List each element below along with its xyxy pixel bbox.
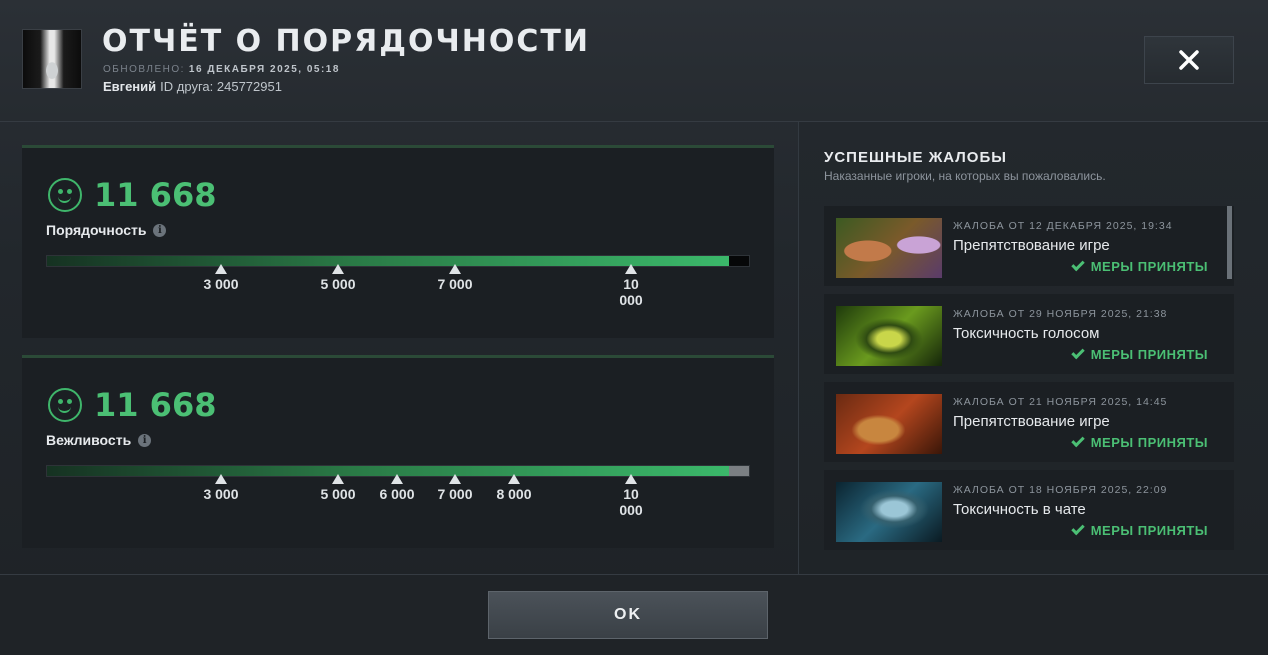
friend-id: 245772951 <box>216 79 282 94</box>
report-status-label: МЕРЫ ПРИНЯТЫ <box>1090 347 1208 362</box>
courtesy-tick: 5 000 <box>308 474 368 502</box>
tick-marker-icon <box>625 264 637 274</box>
friend-id-label: ID друга: <box>160 79 214 94</box>
check-icon <box>1071 257 1085 272</box>
tick-marker-icon <box>215 264 227 274</box>
updated-value: 16 ДЕКАБРЯ 2025, 05:18 <box>188 64 340 75</box>
reports-column: УСПЕШНЫЕ ЖАЛОБЫ Наказанные игроки, на ко… <box>798 122 1268 574</box>
tick-label: 5 000 <box>320 276 356 292</box>
page-title: ОТЧЁТ О ПОРЯДОЧНОСТИ <box>102 24 590 59</box>
courtesy-tick: 8 000 <box>484 474 544 502</box>
tick-marker-icon <box>391 474 403 484</box>
courtesy-label-row: Вежливость i <box>46 432 152 448</box>
report-status: МЕРЫ ПРИНЯТЫ <box>1071 521 1208 538</box>
courtesy-panel: 11 668 Вежливость i 3 000 5 000 6 000 7 … <box>22 355 774 548</box>
conduct-panel: 11 668 Порядочность i 3 000 5 000 7 000 … <box>22 145 774 338</box>
report-status-label: МЕРЫ ПРИНЯТЫ <box>1090 435 1208 450</box>
avatar <box>22 29 82 89</box>
hero-portrait-alchemist <box>836 218 942 278</box>
updated-label: ОБНОВЛЕНО: <box>103 64 185 75</box>
courtesy-bar-remainder <box>728 466 749 476</box>
check-icon <box>1071 433 1085 448</box>
tick-marker-icon <box>215 474 227 484</box>
tick-label: 7 000 <box>437 276 473 292</box>
courtesy-tick: 3 000 <box>191 474 251 502</box>
smile-icon <box>48 388 82 422</box>
tick-label: 10 000 <box>619 276 643 308</box>
conduct-tick: 10 000 <box>601 264 661 308</box>
report-status-label: МЕРЫ ПРИНЯТЫ <box>1090 523 1208 538</box>
report-reason: Токсичность в чате <box>953 501 1086 518</box>
courtesy-score-row: 11 668 <box>48 386 216 424</box>
report-date: ЖАЛОБА ОТ 21 НОЯБРЯ 2025, 14:45 <box>953 396 1168 408</box>
updated-line: ОБНОВЛЕНО: 16 ДЕКАБРЯ 2025, 05:18 <box>103 64 340 75</box>
report-date: ЖАЛОБА ОТ 29 НОЯБРЯ 2025, 21:38 <box>953 308 1168 320</box>
tick-marker-icon <box>449 264 461 274</box>
reports-subtitle: Наказанные игроки, на которых вы пожалов… <box>824 169 1106 183</box>
conduct-score: 11 668 <box>94 176 217 214</box>
dialog-footer: OK <box>0 574 1268 655</box>
user-line: Евгений ID друга: 245772951 <box>103 79 282 94</box>
hero-portrait-underlord <box>836 306 942 366</box>
courtesy-tick: 7 000 <box>425 474 485 502</box>
report-header: ОТЧЁТ О ПОРЯДОЧНОСТИ ОБНОВЛЕНО: 16 ДЕКАБР… <box>0 0 1268 122</box>
tick-label: 3 000 <box>203 276 239 292</box>
info-icon[interactable]: i <box>138 433 152 447</box>
tick-label: 3 000 <box>203 486 239 502</box>
tick-marker-icon <box>332 474 344 484</box>
tick-marker-icon <box>449 474 461 484</box>
reports-title: УСПЕШНЫЕ ЖАЛОБЫ <box>824 149 1007 166</box>
close-icon <box>1179 50 1199 70</box>
user-name: Евгений <box>103 79 157 94</box>
report-status: МЕРЫ ПРИНЯТЫ <box>1071 433 1208 450</box>
tick-label: 6 000 <box>379 486 415 502</box>
tick-label: 10 000 <box>619 486 643 518</box>
tick-label: 5 000 <box>320 486 356 502</box>
tick-marker-icon <box>332 264 344 274</box>
report-item[interactable]: ЖАЛОБА ОТ 29 НОЯБРЯ 2025, 21:38 Токсично… <box>824 294 1234 374</box>
smile-icon <box>48 178 82 212</box>
hero-portrait-phantom-assassin <box>836 482 942 542</box>
tick-marker-icon <box>625 474 637 484</box>
info-icon[interactable]: i <box>153 223 167 237</box>
report-status: МЕРЫ ПРИНЯТЫ <box>1071 345 1208 362</box>
conduct-tick: 7 000 <box>425 264 485 292</box>
courtesy-score: 11 668 <box>94 386 217 424</box>
report-date: ЖАЛОБА ОТ 18 НОЯБРЯ 2025, 22:09 <box>953 484 1168 496</box>
report-status: МЕРЫ ПРИНЯТЫ <box>1071 257 1208 274</box>
report-item[interactable]: ЖАЛОБА ОТ 12 ДЕКАБРЯ 2025, 19:34 Препятс… <box>824 206 1234 286</box>
report-reason: Препятствование игре <box>953 413 1110 430</box>
courtesy-tick: 6 000 <box>367 474 427 502</box>
report-reason: Токсичность голосом <box>953 325 1100 342</box>
tick-label: 7 000 <box>437 486 473 502</box>
conduct-label: Порядочность <box>46 222 147 238</box>
report-reason: Препятствование игре <box>953 237 1110 254</box>
scrollbar[interactable] <box>1227 206 1232 279</box>
courtesy-label: Вежливость <box>46 432 132 448</box>
report-item[interactable]: ЖАЛОБА ОТ 21 НОЯБРЯ 2025, 14:45 Препятст… <box>824 382 1234 462</box>
courtesy-tick: 10 000 <box>601 474 661 518</box>
report-date: ЖАЛОБА ОТ 12 ДЕКАБРЯ 2025, 19:34 <box>953 220 1173 232</box>
report-item[interactable]: ЖАЛОБА ОТ 18 НОЯБРЯ 2025, 22:09 Токсично… <box>824 470 1234 550</box>
ok-button[interactable]: OK <box>488 591 768 639</box>
conduct-tick: 3 000 <box>191 264 251 292</box>
close-button[interactable] <box>1144 36 1234 84</box>
hero-portrait-lifestealer <box>836 394 942 454</box>
check-icon <box>1071 521 1085 536</box>
conduct-tick: 5 000 <box>308 264 368 292</box>
conduct-score-row: 11 668 <box>48 176 216 214</box>
conduct-label-row: Порядочность i <box>46 222 167 238</box>
tick-marker-icon <box>508 474 520 484</box>
tick-label: 8 000 <box>496 486 532 502</box>
check-icon <box>1071 345 1085 360</box>
report-status-label: МЕРЫ ПРИНЯТЫ <box>1090 259 1208 274</box>
